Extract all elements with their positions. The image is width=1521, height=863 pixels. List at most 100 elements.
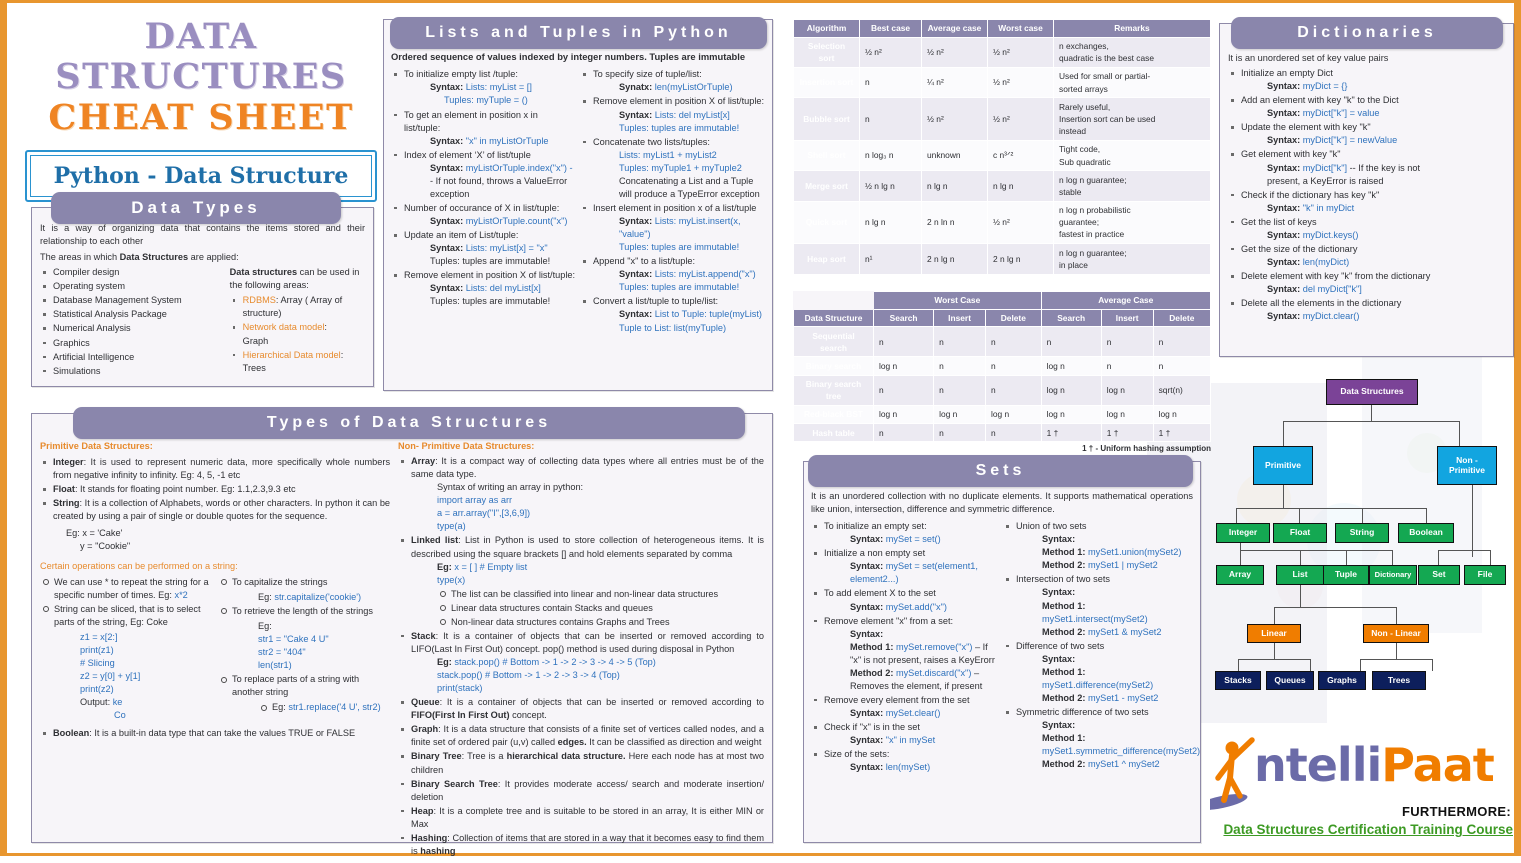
cell-remarks: n log n probabilistic guarantee; fastest i… bbox=[1053, 200, 1211, 245]
table-group-header-row: Worst Case Average Case bbox=[793, 291, 1212, 310]
tree-connector bbox=[1396, 607, 1397, 624]
cell-complexity: n bbox=[933, 423, 986, 443]
syntax-label: Syntax: bbox=[1267, 135, 1303, 146]
list-item: Numerical Analysis bbox=[40, 322, 224, 335]
syntax-line: Syntax: mySet = set(element1, element2..… bbox=[850, 560, 999, 586]
table-row: Selection sort ½ n² ½ n² ½ n² n exchanges, qu… bbox=[793, 36, 1211, 68]
data-types-uses: Data structures can be used in the follo… bbox=[230, 266, 365, 379]
tree-connector bbox=[1274, 607, 1275, 624]
list-item: String can be sliced, that is to select … bbox=[40, 603, 212, 723]
term-text: : It is a complete tree and is suitable … bbox=[411, 805, 764, 829]
syntax-line: Syntax: mySet.clear() bbox=[850, 707, 999, 720]
list-item: Linked list: List in Python is used to s… bbox=[398, 534, 764, 628]
code-text: Lists: myList = [] bbox=[465, 82, 532, 93]
list-item: Insert element in position x of a list/t… bbox=[580, 202, 765, 254]
code-text: mySet.discard("x") bbox=[895, 667, 972, 678]
code-text: "x" in myListOrTuple bbox=[465, 135, 549, 146]
list-item: We can use * to repeat the string for a … bbox=[40, 576, 212, 602]
syntax-label: Method 2: bbox=[1042, 692, 1088, 703]
syntax-label: Syntax: bbox=[1267, 284, 1303, 295]
code-text: mySet1 - mySet2 bbox=[1087, 692, 1159, 703]
tree-connector bbox=[1283, 421, 1459, 422]
list-item: To get an element in position x in list/… bbox=[391, 109, 576, 148]
cell-complexity: log n bbox=[872, 356, 935, 376]
syntax-line: mySet1.symmetric_difference(mySet2) bbox=[1042, 745, 1200, 758]
item-title: Get the size of the dictionary bbox=[1241, 243, 1358, 254]
syntax-label: Syntax: bbox=[430, 283, 466, 294]
output-line: Output: ke bbox=[80, 697, 123, 708]
syntax-label: Syntax: bbox=[850, 534, 886, 545]
syntax-label: Method 1: bbox=[1042, 666, 1086, 677]
item-title: Initialize a non empty set bbox=[824, 548, 926, 559]
col-average-case: Average case bbox=[921, 19, 988, 38]
code-text: myDict = {} bbox=[1302, 81, 1348, 92]
cell-complexity: log n bbox=[933, 404, 986, 425]
cell-complexity: log n bbox=[872, 404, 935, 425]
item-title: Update the element with key "k" bbox=[1241, 122, 1371, 133]
code-text: Tuples: myTuple1 + myTuple2 bbox=[619, 162, 742, 173]
course-link[interactable]: Data Structures Certification Training C… bbox=[1223, 822, 1513, 837]
page-title: DATA STRUCTURES bbox=[55, 16, 347, 98]
note-text: Concatenating a List and a Tuple will pr… bbox=[619, 175, 760, 199]
primitive-heading: Primitive Data Structures: bbox=[40, 441, 153, 451]
syntax-line: Method 1: mySet.remove("x") – If "x" is … bbox=[850, 641, 999, 667]
col-worst-insert: Insert bbox=[933, 308, 986, 327]
tree-node-list: List bbox=[1276, 565, 1324, 585]
furthermore-label: FURTHERMORE: bbox=[1401, 804, 1511, 819]
item-title: Index of element ‘X’ of list/tuple bbox=[404, 149, 531, 160]
cell-complexity: log n bbox=[1040, 374, 1102, 406]
syntax-label: Method 1: bbox=[1042, 733, 1086, 744]
list-item: Remove element "x" from a set: Syntax: Met… bbox=[811, 615, 999, 693]
term-label: Array bbox=[411, 456, 436, 467]
tree-connector bbox=[1240, 550, 1241, 565]
syntax-line: Lists: myList1 + myList2 bbox=[619, 149, 765, 162]
syntax-label: Syntax: bbox=[1042, 587, 1076, 598]
list-item: To replace parts of a string with anothe… bbox=[218, 673, 388, 714]
syntax-line: Syntax: Lists: myList[x] = "x" bbox=[430, 242, 576, 255]
list-item: Queue: It is a container of objects that… bbox=[398, 696, 764, 722]
item-title: To add element X to the set bbox=[824, 588, 936, 599]
code-text: mySet.remove("x") bbox=[895, 641, 973, 652]
code-line: str1 = "Cake 4 U" bbox=[258, 633, 329, 644]
code-text: Tuples: tuples are immutable! bbox=[619, 122, 740, 133]
code-line: str2 = "404" bbox=[258, 646, 306, 657]
syntax-line: Concatenating a List and a Tuple will pr… bbox=[619, 175, 765, 201]
tree-connector bbox=[1236, 508, 1426, 509]
list-item: To capitalize the strings Eg: str.capita… bbox=[218, 576, 388, 604]
non-primitive-column: Non- Primitive Data Structures: Array: I… bbox=[398, 440, 764, 859]
cell-remarks: n exchanges, quadratic is the best case bbox=[1053, 36, 1211, 68]
syntax-line: Tuples: tuples are immutable! bbox=[619, 281, 765, 294]
code-text: mySet = set() bbox=[885, 534, 941, 545]
tree-connector bbox=[1396, 643, 1397, 659]
list-item: Intersection of two sets Syntax: Method 1:… bbox=[1003, 573, 1193, 638]
example-line: Eg: stack.pop() # Bottom -> 1 -> 2 -> 3 … bbox=[437, 657, 656, 667]
cell-remarks: Tight code, Sub quadratic bbox=[1053, 139, 1211, 172]
syntax-line: Method 2: mySet1 - mySet2 bbox=[1042, 692, 1193, 705]
cell-complexity: n bbox=[1152, 325, 1212, 358]
syntax-line: Tuples: tuples are immutable! bbox=[430, 255, 576, 268]
tree-node-array: Array bbox=[1216, 565, 1264, 585]
col-avg-search: Search bbox=[1040, 308, 1102, 327]
list-item: Remove element in position X of list/tup… bbox=[391, 269, 576, 308]
cell-complexity: 1 † bbox=[1100, 423, 1154, 443]
list-item: Network data model: Graph bbox=[230, 321, 365, 347]
col-best-case: Best case bbox=[859, 19, 922, 38]
list-item: Convert a list/tuple to tuple/list: Synta… bbox=[580, 295, 765, 334]
syntax-line: - If not found, throws a ValueError exce… bbox=[430, 175, 576, 201]
list-item: Remove every element from the set Syntax:… bbox=[811, 694, 999, 720]
table-row: Binary search tree n n n log n log n sqrt(n) bbox=[793, 374, 1212, 406]
item-title: Check if the dictionary has key "k" bbox=[1241, 189, 1380, 200]
code-text: Lists: myList[x] = "x" bbox=[465, 243, 548, 254]
page-title-block: DATA STRUCTURES CHEAT SHEET Python - Dat… bbox=[25, 16, 377, 202]
code-line: z2 = y[0] + y[1] bbox=[80, 671, 141, 681]
tree-node-float: Float bbox=[1273, 523, 1327, 543]
code-text: mySet.add("x") bbox=[885, 601, 947, 612]
table-header-row: Algorithm Best case Average case Worst c… bbox=[793, 19, 1211, 38]
syntax-label: Synatx: bbox=[619, 82, 655, 93]
list-item: Check if "x" is in the set Syntax: "x" in… bbox=[811, 721, 999, 747]
item-title: Get the list of keys bbox=[1241, 216, 1317, 227]
syntax-label: Method 2: bbox=[1042, 626, 1088, 637]
col-avg-delete: Delete bbox=[1152, 308, 1212, 327]
string-example-1: Eg: x = 'Cake' bbox=[66, 528, 123, 539]
list-item: Float: It stands for floating point numb… bbox=[40, 483, 390, 496]
